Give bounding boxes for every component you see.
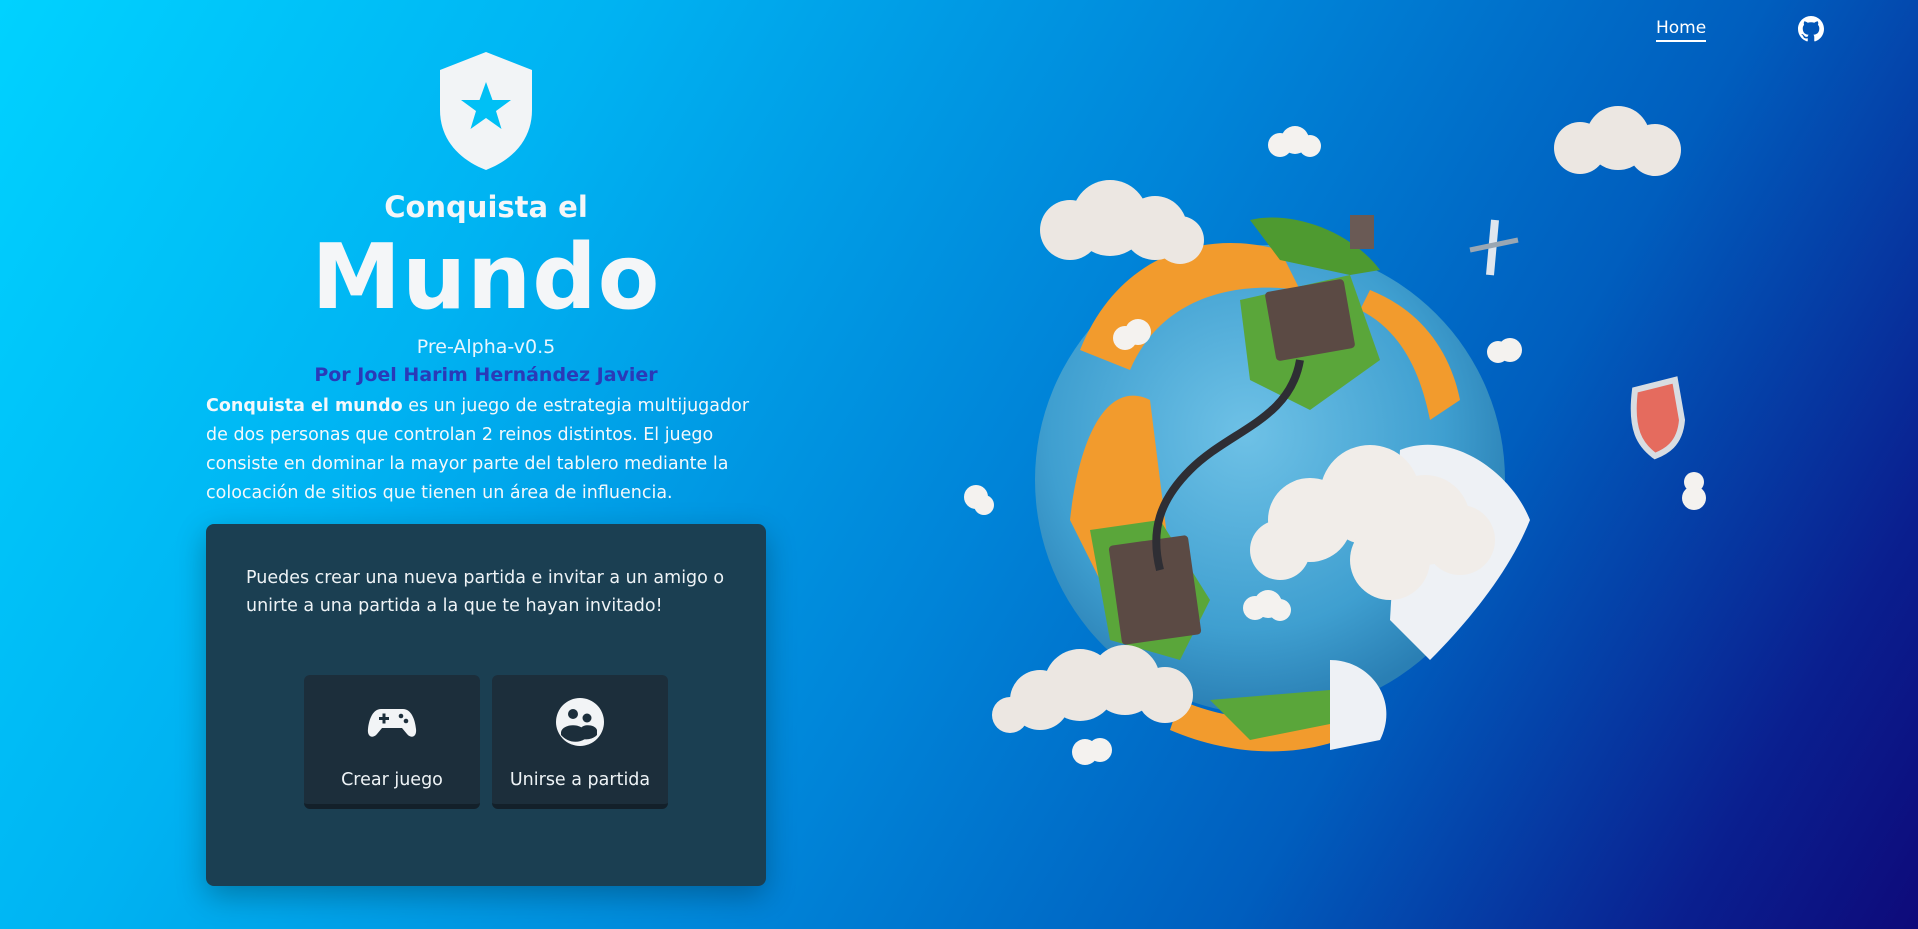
join-game-button[interactable]: Unirse a partida	[492, 675, 668, 809]
version-label: Pre-Alpha-v0.5	[416, 336, 556, 358]
start-card: Puedes crear una nueva partida e invitar…	[206, 524, 766, 886]
github-icon[interactable]	[1798, 16, 1824, 42]
shield-star-icon	[440, 52, 532, 170]
title-small: Conquista el	[384, 190, 588, 224]
world-illustration	[964, 106, 1706, 765]
author-label: Por Joel Harim Hernández Javier	[314, 364, 658, 386]
create-game-label: Crear juego	[341, 770, 443, 790]
gamepad-icon	[367, 709, 417, 737]
title-big: Mundo	[311, 225, 661, 330]
group-join-icon	[556, 698, 604, 746]
description: Conquista el mundo es un juego de estrat…	[206, 392, 756, 508]
join-game-label: Unirse a partida	[509, 770, 651, 790]
card-text: Puedes crear una nueva partida e invitar…	[246, 568, 725, 616]
nav-home-link[interactable]: Home	[1656, 18, 1707, 42]
description-bold: Conquista el mundo	[206, 396, 403, 416]
create-game-button[interactable]: Crear juego	[304, 675, 480, 809]
